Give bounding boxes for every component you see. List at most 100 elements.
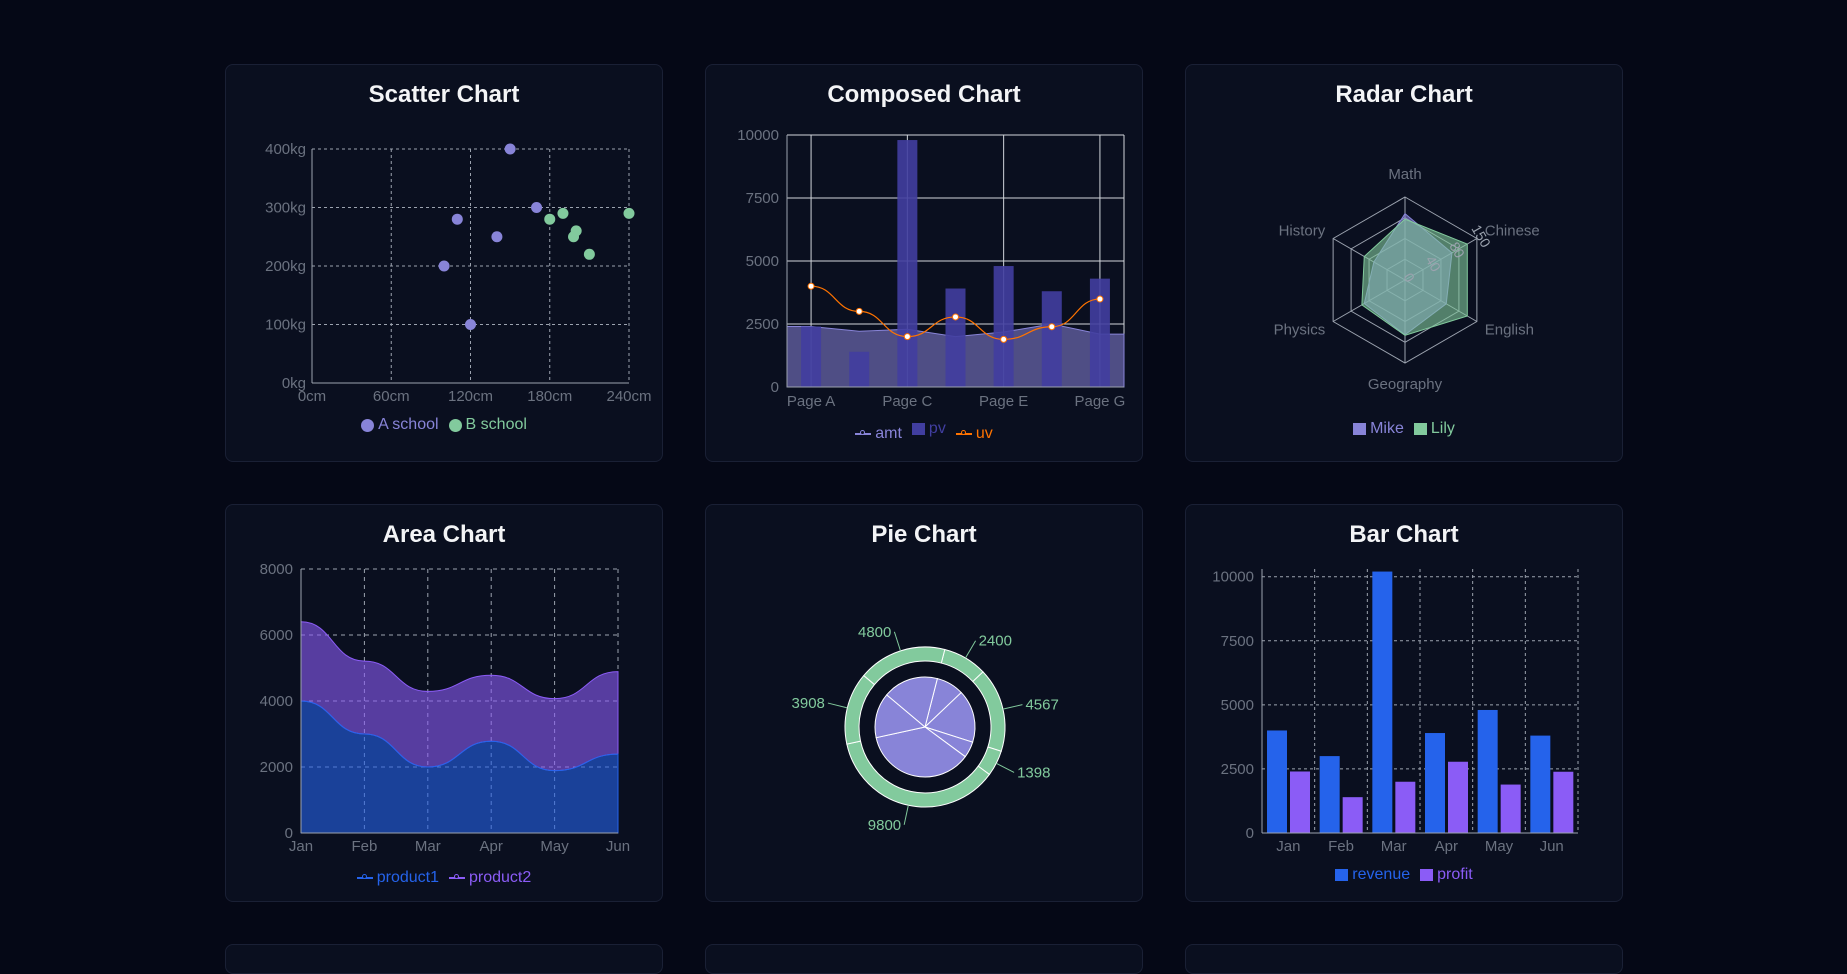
scatter-point <box>557 207 569 219</box>
legend-marker <box>449 874 465 879</box>
legend-label: amt <box>875 425 902 442</box>
composed-chart-card: Composed Chart 0 2500 5000 7500 10000 Page AP… <box>705 64 1143 462</box>
pie-label-line <box>893 631 901 651</box>
chart-legend: Mike Lily <box>1186 420 1622 440</box>
legend-item[interactable]: pv <box>911 420 946 438</box>
bar-chart-plot: 0 2500 5000 7500 10000 Jan Feb Mar Apr May Jun <box>1212 569 1579 855</box>
legend-marker <box>1413 423 1427 435</box>
legend-item[interactable]: amt <box>855 425 902 443</box>
bar-revenue <box>1267 730 1287 833</box>
pie-label: 4800 <box>858 624 891 641</box>
y-tick-label: 2500 <box>1221 761 1254 778</box>
bar-revenue <box>1425 733 1445 833</box>
bar-revenue <box>1372 571 1393 833</box>
radar-axis-label: Chinese <box>1485 223 1540 240</box>
legend-item[interactable]: revenue <box>1335 866 1410 884</box>
y-tick-label: 8000 <box>260 561 293 578</box>
bar-profit <box>1342 797 1363 833</box>
x-tick-label: May <box>540 838 569 855</box>
legend-label: product1 <box>376 869 439 886</box>
line-point-uv <box>1000 335 1008 343</box>
legend-marker <box>356 874 373 879</box>
chart-card-partial <box>1185 944 1623 974</box>
pie-chart-plot: 2400 4567 1398 9800 3908 4800 <box>792 624 1059 834</box>
scatter-point <box>583 248 595 260</box>
scatter-point <box>568 231 580 243</box>
legend-item[interactable]: Mike <box>1353 420 1404 438</box>
radar-chart-plot: Math Chinese English Geography Physics Histor… <box>1274 166 1540 393</box>
x-tick-label: Page C <box>882 393 932 410</box>
y-tick-label: 10000 <box>1212 569 1254 586</box>
line-point-uv <box>903 333 911 341</box>
bar-pv <box>1041 291 1062 387</box>
legend-marker <box>955 430 972 435</box>
x-tick-label: May <box>1485 838 1514 855</box>
legend-marker <box>855 430 872 435</box>
legend-label: Mike <box>1370 420 1404 437</box>
x-tick-label: Jun <box>1540 838 1564 855</box>
scatter-point <box>451 213 463 225</box>
bar-profit <box>1500 784 1521 833</box>
pie-label: 1398 <box>1017 764 1050 781</box>
y-tick-label: 0 <box>771 379 779 396</box>
radar-axis-label: Math <box>1388 166 1421 183</box>
bar-profit <box>1553 771 1574 833</box>
legend-label: product2 <box>469 869 532 886</box>
x-tick-label: 120cm <box>448 388 493 405</box>
y-tick-label: 200kg <box>265 258 306 275</box>
chart-legend: A school B school <box>226 416 662 437</box>
line-point-uv <box>1048 323 1056 331</box>
bar-pv <box>897 140 918 387</box>
chart-legend: amt pv uv <box>706 420 1142 443</box>
pie-label-line <box>903 805 909 825</box>
x-tick-label: Mar <box>415 838 441 855</box>
scatter-point <box>531 202 543 213</box>
bar-revenue <box>1319 756 1340 833</box>
legend-item[interactable]: uv <box>955 425 993 443</box>
legend-item[interactable]: B school <box>448 416 527 434</box>
y-tick-label: 400kg <box>265 141 306 158</box>
x-tick-label: 180cm <box>527 388 572 405</box>
pie-label-line <box>827 702 848 709</box>
legend-item[interactable]: Lily <box>1413 420 1455 438</box>
x-tick-label: Feb <box>1328 838 1354 855</box>
pie-label: 3908 <box>792 695 825 712</box>
legend-label: uv <box>975 425 993 442</box>
legend-label: profit <box>1437 866 1473 883</box>
y-tick-label: 0 <box>285 825 293 842</box>
line-point-uv <box>1096 295 1104 303</box>
legend-label: B school <box>465 416 527 433</box>
bar-chart-card: Bar Chart 0 2500 5000 7500 10000 Jan Feb Mar Apr… <box>1185 504 1623 902</box>
legend-label: A school <box>378 416 439 433</box>
pie-label-line <box>965 640 977 659</box>
scatter-chart-plot: 0cm 60cm 120cm 180cm 240cm0kg100kg200kg300kg… <box>265 141 651 405</box>
pie-outer-slice <box>844 674 876 745</box>
pie-label-line <box>996 762 1015 773</box>
radar-axis-label: Physics <box>1274 322 1326 339</box>
legend-item[interactable]: product1 <box>356 869 439 887</box>
bar-pv <box>993 266 1014 387</box>
chart-card-partial <box>225 944 663 974</box>
legend-marker <box>448 418 462 432</box>
scatter-point <box>504 143 516 155</box>
y-tick-label: 0 <box>1246 825 1254 842</box>
legend-item[interactable]: A school <box>361 416 439 434</box>
legend-marker <box>1335 869 1349 881</box>
legend-item[interactable]: product2 <box>449 869 531 887</box>
y-tick-label: 2500 <box>746 316 779 333</box>
y-tick-label: 4000 <box>260 693 293 710</box>
y-tick-label: 300kg <box>265 200 306 217</box>
x-tick-label: Page G <box>1074 393 1125 410</box>
pie-label-line <box>1002 704 1023 710</box>
x-tick-label: Page A <box>787 393 835 410</box>
scatter-chart-card: Scatter Chart 0cm 60cm 120cm 180cm 240cm 0kg 1… <box>225 64 663 462</box>
x-tick-label: Apr <box>1435 838 1458 855</box>
radar-axis-label: History <box>1279 223 1326 240</box>
bar-profit <box>1395 781 1416 833</box>
legend-item[interactable]: profit <box>1420 866 1473 884</box>
x-tick-label: Jun <box>606 838 630 855</box>
bar-pv <box>801 326 822 387</box>
chart-legend: product1 product2 <box>226 866 662 887</box>
scatter-point <box>491 231 503 243</box>
legend-label: Lily <box>1430 420 1455 437</box>
